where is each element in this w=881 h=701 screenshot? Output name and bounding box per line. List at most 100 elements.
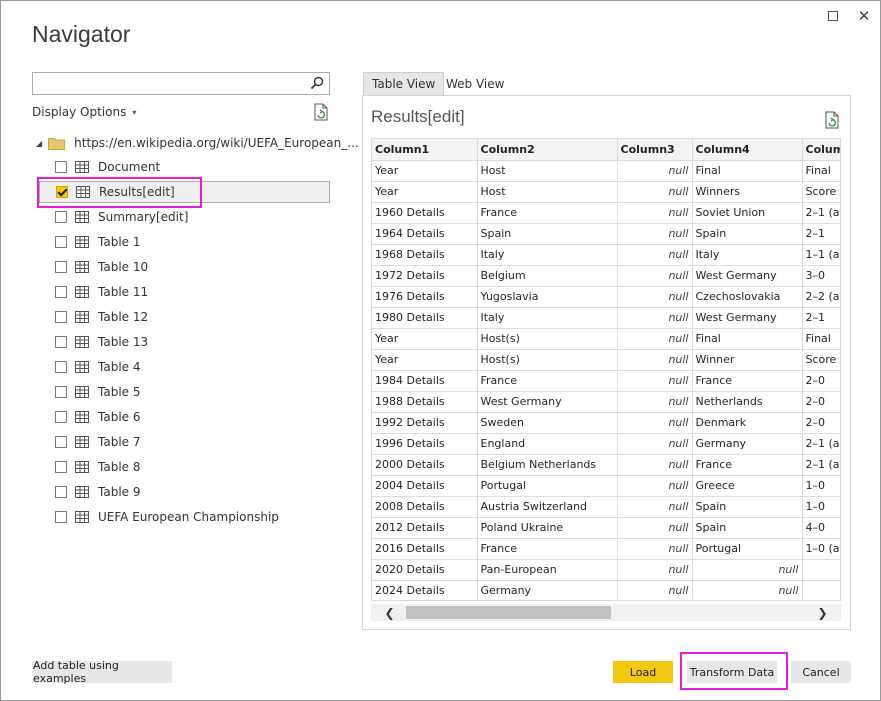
- table-cell: 1–0: [802, 475, 840, 497]
- table-cell: null: [617, 181, 693, 203]
- checkbox[interactable]: [55, 511, 67, 523]
- checkbox[interactable]: [55, 286, 67, 298]
- tree-item[interactable]: Table 7: [55, 431, 140, 453]
- tree-item[interactable]: Table 10: [55, 256, 148, 278]
- tree-item[interactable]: Table 1: [55, 231, 140, 253]
- tree-item[interactable]: Table 5: [55, 381, 140, 403]
- refresh-icon[interactable]: [313, 103, 329, 121]
- column-header[interactable]: Column4: [692, 139, 803, 161]
- tree-item-label: Table 1: [98, 235, 141, 249]
- tree-item[interactable]: Document: [55, 156, 160, 178]
- checkbox[interactable]: [55, 436, 67, 448]
- checkbox[interactable]: [55, 361, 67, 373]
- table-cell: 2–1 (a.g.): [802, 454, 840, 476]
- search-box[interactable]: [32, 72, 330, 95]
- checkbox[interactable]: [55, 236, 67, 248]
- tree-item[interactable]: Table 11: [55, 281, 148, 303]
- cancel-button[interactable]: Cancel: [791, 661, 851, 683]
- tree-item[interactable]: Table 9: [55, 481, 140, 503]
- tree-item[interactable]: Table 4: [55, 356, 140, 378]
- horizontal-scrollbar[interactable]: ❮ ❯: [371, 604, 841, 621]
- column-header[interactable]: Column5: [802, 139, 840, 161]
- expand-triangle-icon[interactable]: ◢: [36, 139, 42, 148]
- scroll-left-icon[interactable]: ❮: [381, 604, 398, 621]
- scroll-right-icon[interactable]: ❯: [814, 604, 831, 621]
- table-cell: 4–0: [802, 517, 840, 539]
- tree-item-label: Table 10: [98, 260, 149, 274]
- table-cell: null: [617, 349, 693, 371]
- navigator-window: Navigator ✕ Display Options ▾ ◢ https://…: [0, 0, 881, 701]
- checkbox[interactable]: [55, 486, 67, 498]
- table-cell: 2–1 (a.e.t.): [802, 202, 840, 224]
- table-cell: null: [617, 328, 693, 350]
- checkbox[interactable]: [55, 461, 67, 473]
- table-row: 1992 Details Sweden null Denmark 2–0: [372, 412, 840, 434]
- tab-web-view[interactable]: Web View: [438, 72, 512, 95]
- load-button[interactable]: Load: [613, 661, 673, 683]
- table-icon: [75, 511, 89, 523]
- tree-item-label: Table 13: [98, 335, 149, 349]
- table-cell: Sweden: [477, 412, 618, 434]
- table-icon: [75, 386, 89, 398]
- checkbox[interactable]: [55, 261, 67, 273]
- table-cell: 2–1: [802, 223, 840, 245]
- checkbox[interactable]: [55, 411, 67, 423]
- table-cell: Greece: [692, 475, 803, 497]
- tree-item[interactable]: Summary[edit]: [55, 206, 188, 228]
- table-cell: West Germany: [477, 391, 618, 413]
- checkbox[interactable]: [55, 386, 67, 398]
- scrollbar-thumb[interactable]: [406, 606, 611, 619]
- preview-title: Results[edit]: [371, 107, 465, 126]
- table-cell: France: [477, 538, 618, 560]
- table-cell: null: [617, 391, 693, 413]
- tree-item[interactable]: Table 13: [55, 331, 148, 353]
- table-cell: null: [617, 433, 693, 455]
- table-cell: 1964 Details: [372, 223, 478, 245]
- table-cell: Portugal: [692, 538, 803, 560]
- table-cell: 1992 Details: [372, 412, 478, 434]
- transform-data-button[interactable]: Transform Data: [687, 661, 777, 683]
- tree-item[interactable]: UEFA European Championship: [55, 506, 279, 528]
- table-cell: 2012 Details: [372, 517, 478, 539]
- maximize-icon[interactable]: [824, 7, 842, 25]
- table-cell: null: [617, 223, 693, 245]
- table-cell: 2008 Details: [372, 496, 478, 518]
- checkbox[interactable]: [55, 161, 67, 173]
- table-row: 2012 Details Poland Ukraine null Spain 4–0: [372, 517, 840, 539]
- refresh-icon[interactable]: [824, 111, 840, 129]
- table-cell: 1976 Details: [372, 286, 478, 308]
- tree-item[interactable]: Table 6: [55, 406, 140, 428]
- display-options-dropdown[interactable]: Display Options ▾: [32, 105, 136, 119]
- tree-item[interactable]: Table 8: [55, 456, 140, 478]
- table-cell: Yugoslavia: [477, 286, 618, 308]
- close-icon[interactable]: ✕: [855, 7, 873, 25]
- table-cell: Italy: [477, 244, 618, 266]
- table-cell: Winner: [692, 349, 803, 371]
- table-row: 2016 DetailsFrancenullPortugal1–0 (a.e.t…: [372, 538, 840, 560]
- search-icon[interactable]: [310, 76, 324, 90]
- checkbox[interactable]: [55, 311, 67, 323]
- tree-root-url[interactable]: ◢ https://en.wikipedia.org/wiki/UEFA_Eur…: [36, 134, 359, 152]
- table-icon: [75, 436, 89, 448]
- table-cell: 2–2 (a.e.t.): [802, 286, 840, 308]
- table-cell: West Germany: [692, 307, 803, 329]
- tree-item[interactable]: Table 12: [55, 306, 148, 328]
- add-table-using-examples-button[interactable]: Add table using examples: [32, 659, 172, 685]
- table-cell: 2024 Details: [372, 580, 478, 600]
- checkbox[interactable]: [56, 186, 68, 198]
- column-header[interactable]: Column2: [477, 139, 618, 161]
- checkbox[interactable]: [55, 211, 67, 223]
- column-header[interactable]: Column1: [372, 139, 478, 161]
- preview-table-container[interactable]: Column1Column2Column3Column4Column5 Year…: [371, 138, 841, 601]
- table-row: 2024 Details Germany null null: [372, 580, 840, 600]
- tree-item[interactable]: Results[edit]: [39, 181, 330, 203]
- table-cell: null: [692, 580, 803, 600]
- table-cell: Winners: [692, 181, 803, 203]
- search-input[interactable]: [35, 75, 305, 92]
- tree-item-label: Results[edit]: [99, 185, 175, 199]
- table-icon: [75, 261, 89, 273]
- table-cell: Year: [372, 349, 478, 371]
- column-header[interactable]: Column3: [617, 139, 693, 161]
- tab-table-view[interactable]: Table View: [363, 72, 445, 95]
- checkbox[interactable]: [55, 336, 67, 348]
